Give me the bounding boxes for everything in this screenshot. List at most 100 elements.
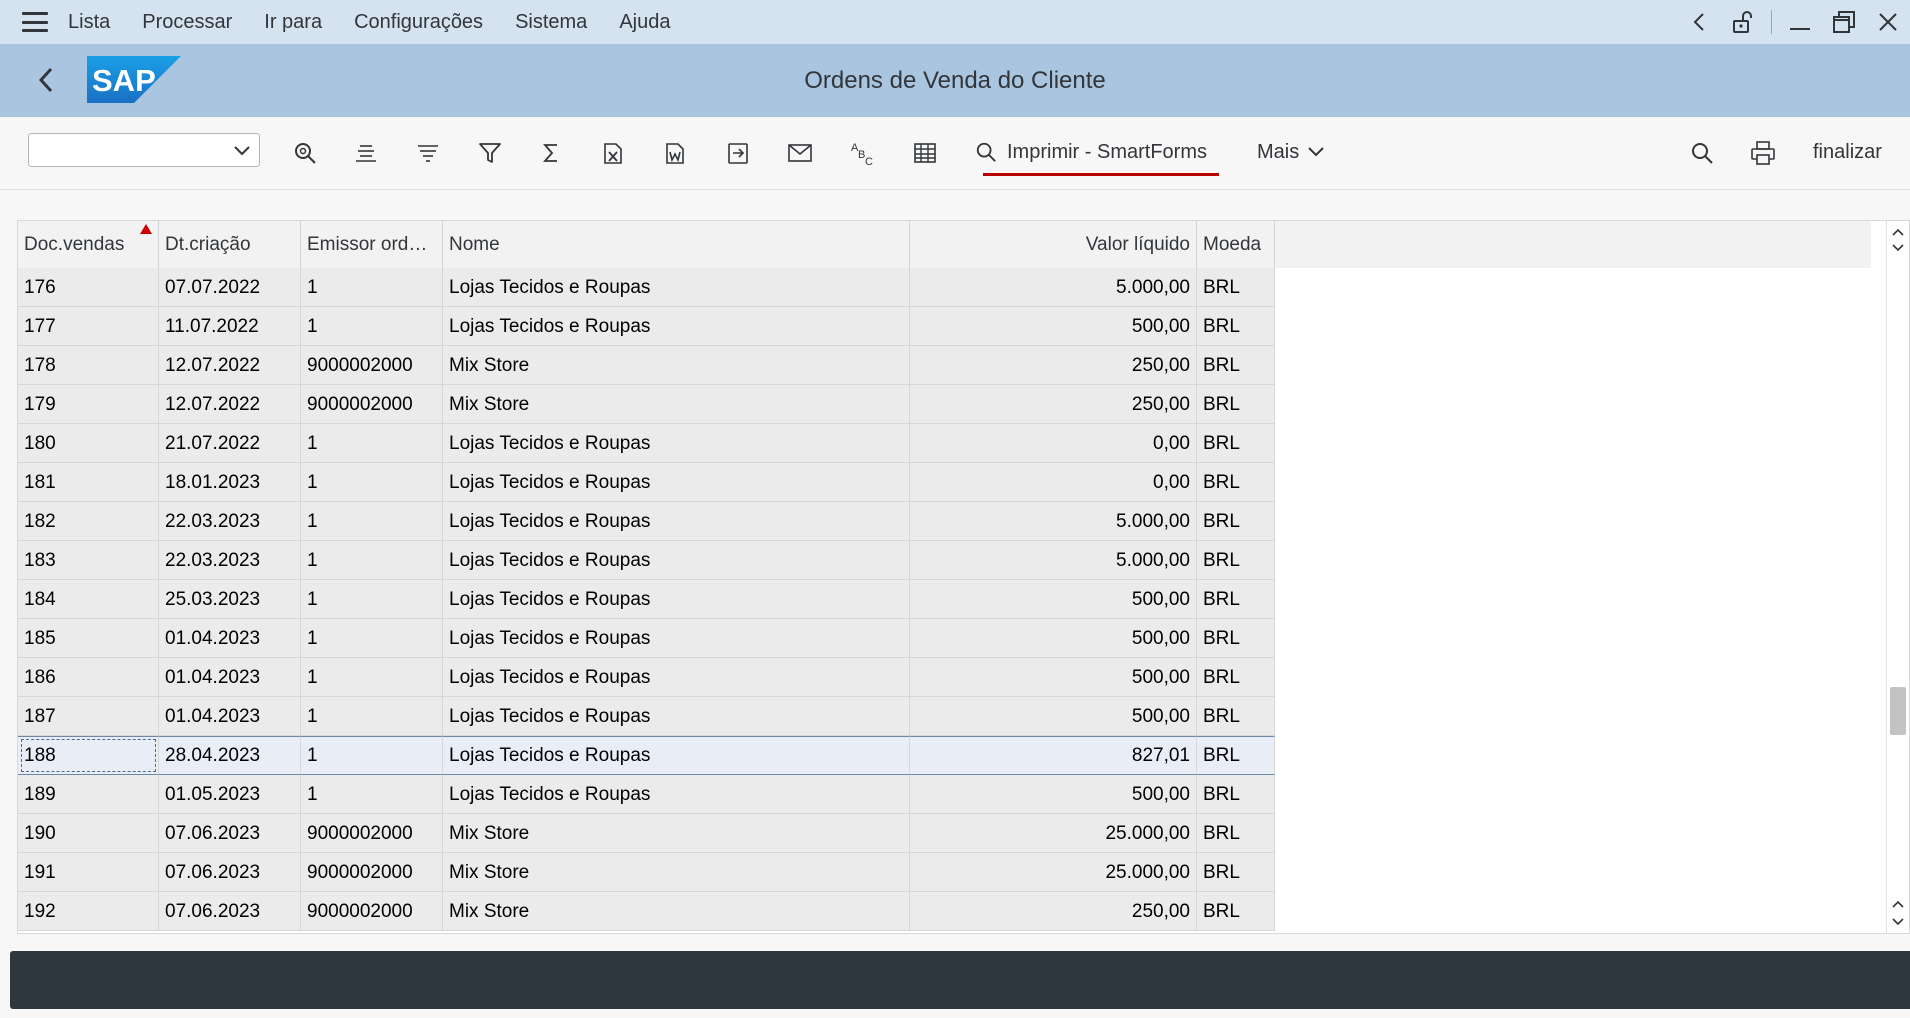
cell-emissor-ordem[interactable]: 1 — [301, 502, 443, 541]
mail-icon[interactable] — [785, 138, 815, 168]
print-icon[interactable] — [1748, 138, 1778, 168]
column-header-emissor-ordem[interactable]: Emissor orde… — [301, 221, 443, 268]
search-icon[interactable] — [290, 138, 320, 168]
cell-valor-liquido[interactable]: 250,00 — [910, 346, 1197, 385]
cell-moeda[interactable]: BRL — [1197, 424, 1275, 463]
cell-dt-criacao[interactable]: 22.03.2023 — [159, 541, 301, 580]
cell-dt-criacao[interactable]: 01.04.2023 — [159, 658, 301, 697]
cell-dt-criacao[interactable]: 11.07.2022 — [159, 307, 301, 346]
cell-valor-liquido[interactable]: 0,00 — [910, 463, 1197, 502]
cell-moeda[interactable]: BRL — [1197, 892, 1275, 931]
cell-nome[interactable]: Lojas Tecidos e Roupas — [443, 736, 910, 775]
table-row[interactable]: 181 18.01.2023 1 Lojas Tecidos e Roupas 0,00… — [18, 463, 1871, 502]
table-row[interactable]: 191 07.06.2023 9000002000 Mix Store 25.000,0… — [18, 853, 1871, 892]
table-row[interactable]: 192 07.06.2023 9000002000 Mix Store 250,00 BR… — [18, 892, 1871, 931]
cell-dt-criacao[interactable]: 12.07.2022 — [159, 385, 301, 424]
cell-valor-liquido[interactable]: 250,00 — [910, 385, 1197, 424]
cell-dt-criacao[interactable]: 21.07.2022 — [159, 424, 301, 463]
cell-dt-criacao[interactable]: 01.04.2023 — [159, 619, 301, 658]
cell-valor-liquido[interactable]: 5.000,00 — [910, 268, 1197, 307]
cell-nome[interactable]: Mix Store — [443, 346, 910, 385]
unlock-icon[interactable] — [1721, 0, 1765, 44]
align-center-icon[interactable] — [351, 138, 381, 168]
table-row[interactable]: 188 28.04.2023 1 Lojas Tecidos e Roupas 827,… — [18, 736, 1871, 775]
print-smartforms-button[interactable]: Imprimir - SmartForms — [975, 134, 1207, 170]
close-icon[interactable] — [1866, 0, 1910, 44]
cell-emissor-ordem[interactable]: 9000002000 — [301, 385, 443, 424]
cell-valor-liquido[interactable]: 5.000,00 — [910, 541, 1197, 580]
cell-valor-liquido[interactable]: 500,00 — [910, 619, 1197, 658]
column-header-nome[interactable]: Nome — [443, 221, 910, 268]
cell-doc-vendas[interactable]: 178 — [18, 346, 159, 385]
more-button[interactable]: Mais — [1257, 134, 1325, 170]
cell-dt-criacao[interactable]: 01.05.2023 — [159, 775, 301, 814]
cell-doc-vendas[interactable]: 190 — [18, 814, 159, 853]
cell-valor-liquido[interactable]: 827,01 — [910, 736, 1197, 775]
cell-nome[interactable]: Lojas Tecidos e Roupas — [443, 307, 910, 346]
menu-item-lista[interactable]: Lista — [68, 11, 110, 34]
cell-doc-vendas[interactable]: 191 — [18, 853, 159, 892]
cell-valor-liquido[interactable]: 500,00 — [910, 697, 1197, 736]
find-icon[interactable] — [1687, 138, 1717, 168]
cell-valor-liquido[interactable]: 0,00 — [910, 424, 1197, 463]
cell-dt-criacao[interactable]: 25.03.2023 — [159, 580, 301, 619]
cell-nome[interactable]: Mix Store — [443, 814, 910, 853]
menu-item-processar[interactable]: Processar — [142, 11, 232, 34]
cell-doc-vendas[interactable]: 189 — [18, 775, 159, 814]
cell-moeda[interactable]: BRL — [1197, 775, 1275, 814]
table-row[interactable]: 178 12.07.2022 9000002000 Mix Store 250,00 BR… — [18, 346, 1871, 385]
column-header-moeda[interactable]: Moeda — [1197, 221, 1275, 268]
cell-moeda[interactable]: BRL — [1197, 697, 1275, 736]
cell-valor-liquido[interactable]: 500,00 — [910, 307, 1197, 346]
cell-moeda[interactable]: BRL — [1197, 346, 1275, 385]
table-row[interactable]: 177 11.07.2022 1 Lojas Tecidos e Roupas 500,… — [18, 307, 1871, 346]
minimize-icon[interactable] — [1778, 0, 1822, 44]
cell-doc-vendas[interactable]: 176 — [18, 268, 159, 307]
menu-item-sistema[interactable]: Sistema — [515, 11, 587, 34]
cell-moeda[interactable]: BRL — [1197, 541, 1275, 580]
column-header-dt-criacao[interactable]: Dt.criação — [159, 221, 301, 268]
cell-emissor-ordem[interactable]: 1 — [301, 268, 443, 307]
scroll-page-down-icon[interactable] — [1887, 913, 1909, 931]
cell-moeda[interactable]: BRL — [1197, 463, 1275, 502]
cell-moeda[interactable]: BRL — [1197, 268, 1275, 307]
table-row[interactable]: 182 22.03.2023 1 Lojas Tecidos e Roupas 5.00… — [18, 502, 1871, 541]
cell-valor-liquido[interactable]: 500,00 — [910, 775, 1197, 814]
cell-moeda[interactable]: BRL — [1197, 619, 1275, 658]
cell-nome[interactable]: Mix Store — [443, 853, 910, 892]
cell-moeda[interactable]: BRL — [1197, 385, 1275, 424]
cell-emissor-ordem[interactable]: 1 — [301, 658, 443, 697]
cell-emissor-ordem[interactable]: 1 — [301, 424, 443, 463]
cell-emissor-ordem[interactable]: 1 — [301, 619, 443, 658]
cell-nome[interactable]: Lojas Tecidos e Roupas — [443, 775, 910, 814]
cell-doc-vendas[interactable]: 182 — [18, 502, 159, 541]
cell-nome[interactable]: Lojas Tecidos e Roupas — [443, 697, 910, 736]
cell-nome[interactable]: Lojas Tecidos e Roupas — [443, 541, 910, 580]
cell-emissor-ordem[interactable]: 1 — [301, 775, 443, 814]
cell-emissor-ordem[interactable]: 1 — [301, 307, 443, 346]
hamburger-menu-icon[interactable] — [22, 12, 48, 32]
cell-nome[interactable]: Mix Store — [443, 385, 910, 424]
abc-icon[interactable]: ABC — [847, 138, 877, 168]
cell-doc-vendas[interactable]: 180 — [18, 424, 159, 463]
cell-emissor-ordem[interactable]: 1 — [301, 697, 443, 736]
cell-moeda[interactable]: BRL — [1197, 307, 1275, 346]
cell-valor-liquido[interactable]: 25.000,00 — [910, 814, 1197, 853]
cell-valor-liquido[interactable]: 500,00 — [910, 580, 1197, 619]
menu-item-configuracoes[interactable]: Configurações — [354, 11, 483, 34]
cell-doc-vendas[interactable]: 187 — [18, 697, 159, 736]
cell-nome[interactable]: Lojas Tecidos e Roupas — [443, 580, 910, 619]
cell-nome[interactable]: Lojas Tecidos e Roupas — [443, 658, 910, 697]
cell-nome[interactable]: Mix Store — [443, 892, 910, 931]
variant-dropdown[interactable] — [28, 133, 260, 167]
cell-emissor-ordem[interactable]: 9000002000 — [301, 892, 443, 931]
column-header-valor-liquido[interactable]: Valor líquido — [910, 221, 1197, 268]
cell-moeda[interactable]: BRL — [1197, 736, 1275, 775]
scroll-down-icon[interactable] — [1887, 239, 1909, 257]
table-row[interactable]: 190 07.06.2023 9000002000 Mix Store 25.000,0… — [18, 814, 1871, 853]
cell-dt-criacao[interactable]: 01.04.2023 — [159, 697, 301, 736]
cell-nome[interactable]: Lojas Tecidos e Roupas — [443, 502, 910, 541]
cell-moeda[interactable]: BRL — [1197, 814, 1275, 853]
cell-nome[interactable]: Lojas Tecidos e Roupas — [443, 268, 910, 307]
scrollbar-thumb[interactable] — [1890, 687, 1906, 735]
